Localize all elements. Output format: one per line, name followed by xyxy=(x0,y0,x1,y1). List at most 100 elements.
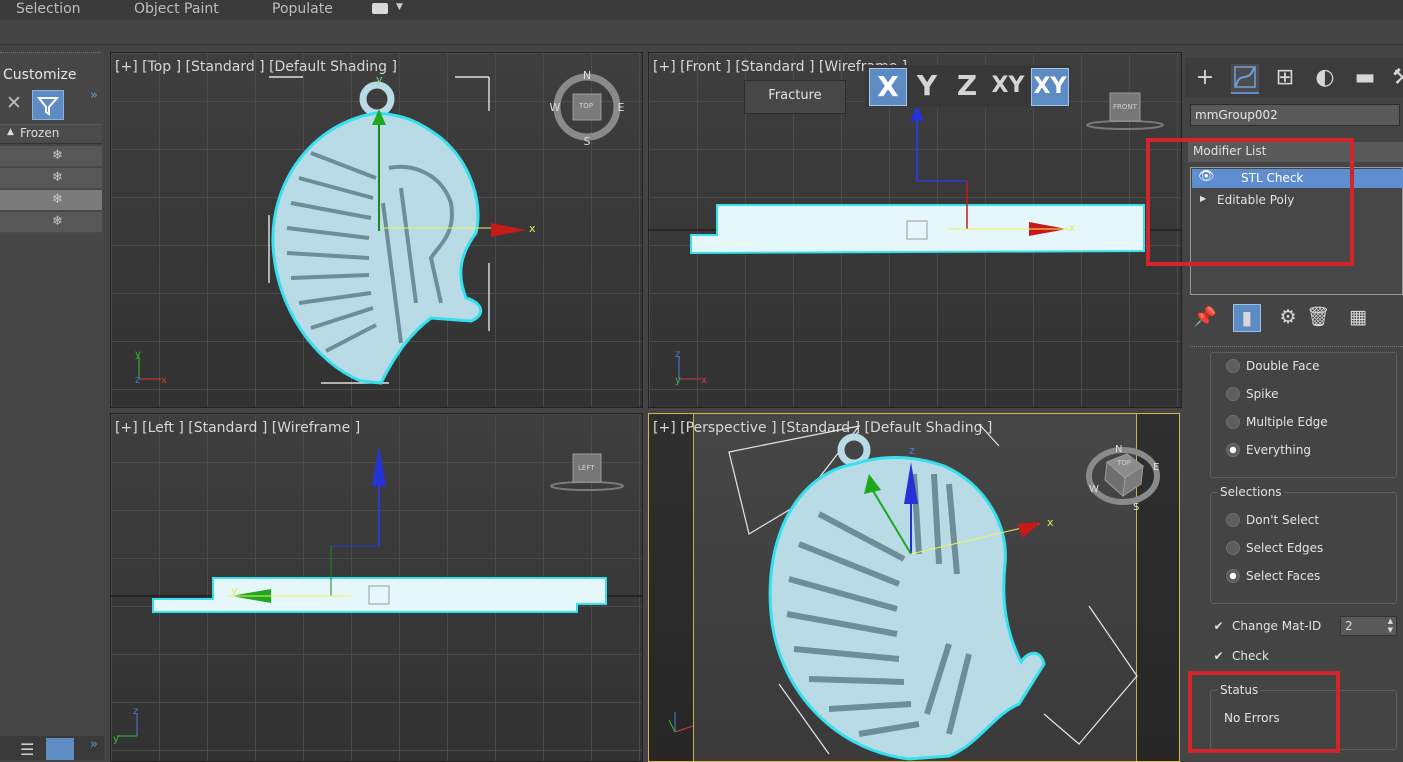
sort-up-icon: ▲ xyxy=(7,127,14,137)
radio-select-faces[interactable] xyxy=(1226,569,1240,583)
chevron-down-icon[interactable]: ▼ xyxy=(396,2,403,12)
filter-icon xyxy=(36,97,60,116)
select-edges-label: Select Edges xyxy=(1246,541,1324,555)
fracture-button[interactable]: Fracture xyxy=(744,80,846,114)
viewcube-front-face[interactable]: FRONT xyxy=(1113,103,1137,111)
selections-group-title: Selections xyxy=(1218,485,1284,499)
object-name-input[interactable] xyxy=(1190,104,1400,126)
constrain-x-button[interactable]: X xyxy=(869,68,907,106)
constrain-xy-active-button[interactable]: XY xyxy=(1031,68,1069,106)
list-item[interactable]: ❄ xyxy=(0,212,102,233)
viewcube-top-face[interactable]: TOP xyxy=(579,102,593,110)
axis-tripod: z y xyxy=(113,706,138,745)
modify-tab-icon[interactable] xyxy=(1231,64,1259,94)
motion-tab-icon[interactable]: ◐ xyxy=(1311,64,1339,92)
layers-icon[interactable]: ☰ xyxy=(20,740,34,759)
remove-modifier-icon[interactable]: 🗑 xyxy=(1305,304,1331,330)
svg-text:x: x xyxy=(161,375,167,386)
frozen-column-header[interactable]: ▲ Frozen xyxy=(0,124,102,144)
svg-text:S: S xyxy=(1133,502,1139,513)
mat-id-value: 2 xyxy=(1345,619,1353,633)
svg-text:W: W xyxy=(550,101,561,114)
everything-label: Everything xyxy=(1246,443,1311,457)
radio-spike[interactable] xyxy=(1226,387,1240,401)
hierarchy-tab-icon[interactable]: ⊞ xyxy=(1271,64,1299,92)
check-label: Check xyxy=(1232,649,1269,663)
double-face-label: Double Face xyxy=(1246,359,1320,373)
pin-stack-icon[interactable]: 📌 xyxy=(1192,304,1218,330)
viewcube-compass: N W S E xyxy=(1086,444,1160,513)
expand-icon[interactable]: » xyxy=(90,737,98,752)
mat-id-spinner[interactable]: 2 ▲ ▼ xyxy=(1340,616,1397,636)
snowflake-icon[interactable]: ❄ xyxy=(52,148,63,163)
snowflake-icon[interactable]: ❄ xyxy=(52,214,63,229)
constrain-y-button[interactable]: Y xyxy=(910,68,944,104)
viewport-left[interactable]: [+] [Left ] [Standard ] [Wireframe ] y z… xyxy=(110,413,643,762)
create-tab-icon[interactable]: + xyxy=(1191,64,1219,92)
svg-text:y: y xyxy=(675,375,681,386)
svg-text:S: S xyxy=(584,135,591,148)
pendant-top-view: x y y x z N S W E xyxy=(135,69,625,386)
select-faces-label: Select Faces xyxy=(1246,569,1321,583)
list-item[interactable]: ❄ xyxy=(0,190,102,211)
svg-text:W: W xyxy=(1089,484,1099,495)
svg-text:E: E xyxy=(1153,462,1159,473)
viewcube xyxy=(1086,92,1164,130)
radio-everything[interactable] xyxy=(1226,443,1240,457)
svg-text:N: N xyxy=(1115,444,1122,455)
list-item[interactable]: ❄ xyxy=(0,168,102,189)
spinner-arrows-icon[interactable]: ▲ ▼ xyxy=(1388,617,1393,635)
svg-text:y: y xyxy=(135,349,141,360)
svg-text:z: z xyxy=(909,444,915,457)
highlight-box-modifier-stack xyxy=(1146,138,1354,266)
constrain-z-button[interactable]: Z xyxy=(950,68,984,104)
snowflake-icon[interactable]: ❄ xyxy=(52,192,63,207)
hierarchy-button[interactable] xyxy=(46,738,74,760)
radio-select-edges[interactable] xyxy=(1226,541,1240,555)
svg-text:E: E xyxy=(618,101,625,114)
svg-text:x: x xyxy=(701,375,707,386)
modify-curve-icon xyxy=(1234,66,1256,88)
axis-tripod: z x y xyxy=(675,349,707,386)
constrain-xy-button[interactable]: XY xyxy=(988,68,1028,104)
filter-button[interactable] xyxy=(32,90,64,120)
expand-icon[interactable]: » xyxy=(90,88,98,103)
svg-text:x: x xyxy=(529,222,536,235)
dont-select-label: Don't Select xyxy=(1246,513,1320,527)
make-unique-icon[interactable]: ⚙ xyxy=(1275,304,1301,330)
svg-text:z: z xyxy=(133,706,138,717)
customize-menu[interactable]: Customize xyxy=(3,67,77,83)
check-checkbox[interactable]: ✔ xyxy=(1212,650,1225,663)
viewcube-left-face[interactable]: LEFT xyxy=(578,464,595,472)
pendant-left-view: y z y xyxy=(111,446,642,745)
viewcube xyxy=(550,453,624,491)
svg-text:y: y xyxy=(376,73,383,86)
close-icon[interactable]: ✕ xyxy=(6,92,22,114)
list-item[interactable]: ❄ xyxy=(0,146,102,167)
display-tab-icon[interactable]: ▬ xyxy=(1351,64,1379,92)
viewport-perspective[interactable]: [+] [Perspective ] [Standard ] [Default … xyxy=(648,413,1180,762)
svg-text:x: x xyxy=(1069,221,1076,234)
viewport-top[interactable]: [+] [Top ] [Standard ] [Default Shading … xyxy=(110,52,643,408)
frozen-header-label: Frozen xyxy=(20,126,60,140)
tab-populate[interactable]: Populate xyxy=(272,1,333,17)
svg-text:y: y xyxy=(231,584,238,597)
configure-modifier-sets-icon[interactable]: ▦ xyxy=(1345,304,1371,330)
radio-dont-select[interactable] xyxy=(1226,513,1240,527)
tab-selection[interactable]: Selection xyxy=(16,1,81,17)
svg-text:x: x xyxy=(1047,516,1054,529)
radio-double-face[interactable] xyxy=(1226,359,1240,373)
ribbon-options-icon[interactable] xyxy=(372,3,388,14)
radio-multiple-edge[interactable] xyxy=(1226,415,1240,429)
axis-tripod: y x z xyxy=(135,349,167,386)
viewcube-top-face[interactable]: TOP xyxy=(1117,459,1131,467)
panel-grip[interactable] xyxy=(0,52,100,56)
spike-label: Spike xyxy=(1246,387,1279,401)
show-end-result-button[interactable]: ▮ xyxy=(1233,304,1261,332)
snowflake-icon[interactable]: ❄ xyxy=(52,170,63,185)
change-mat-id-checkbox[interactable]: ✔ xyxy=(1212,620,1225,633)
utilities-tab-icon[interactable]: ⚒ xyxy=(1388,64,1403,92)
tab-object-paint[interactable]: Object Paint xyxy=(134,1,219,17)
svg-text:N: N xyxy=(583,69,591,82)
rollout-separator xyxy=(1190,346,1403,349)
